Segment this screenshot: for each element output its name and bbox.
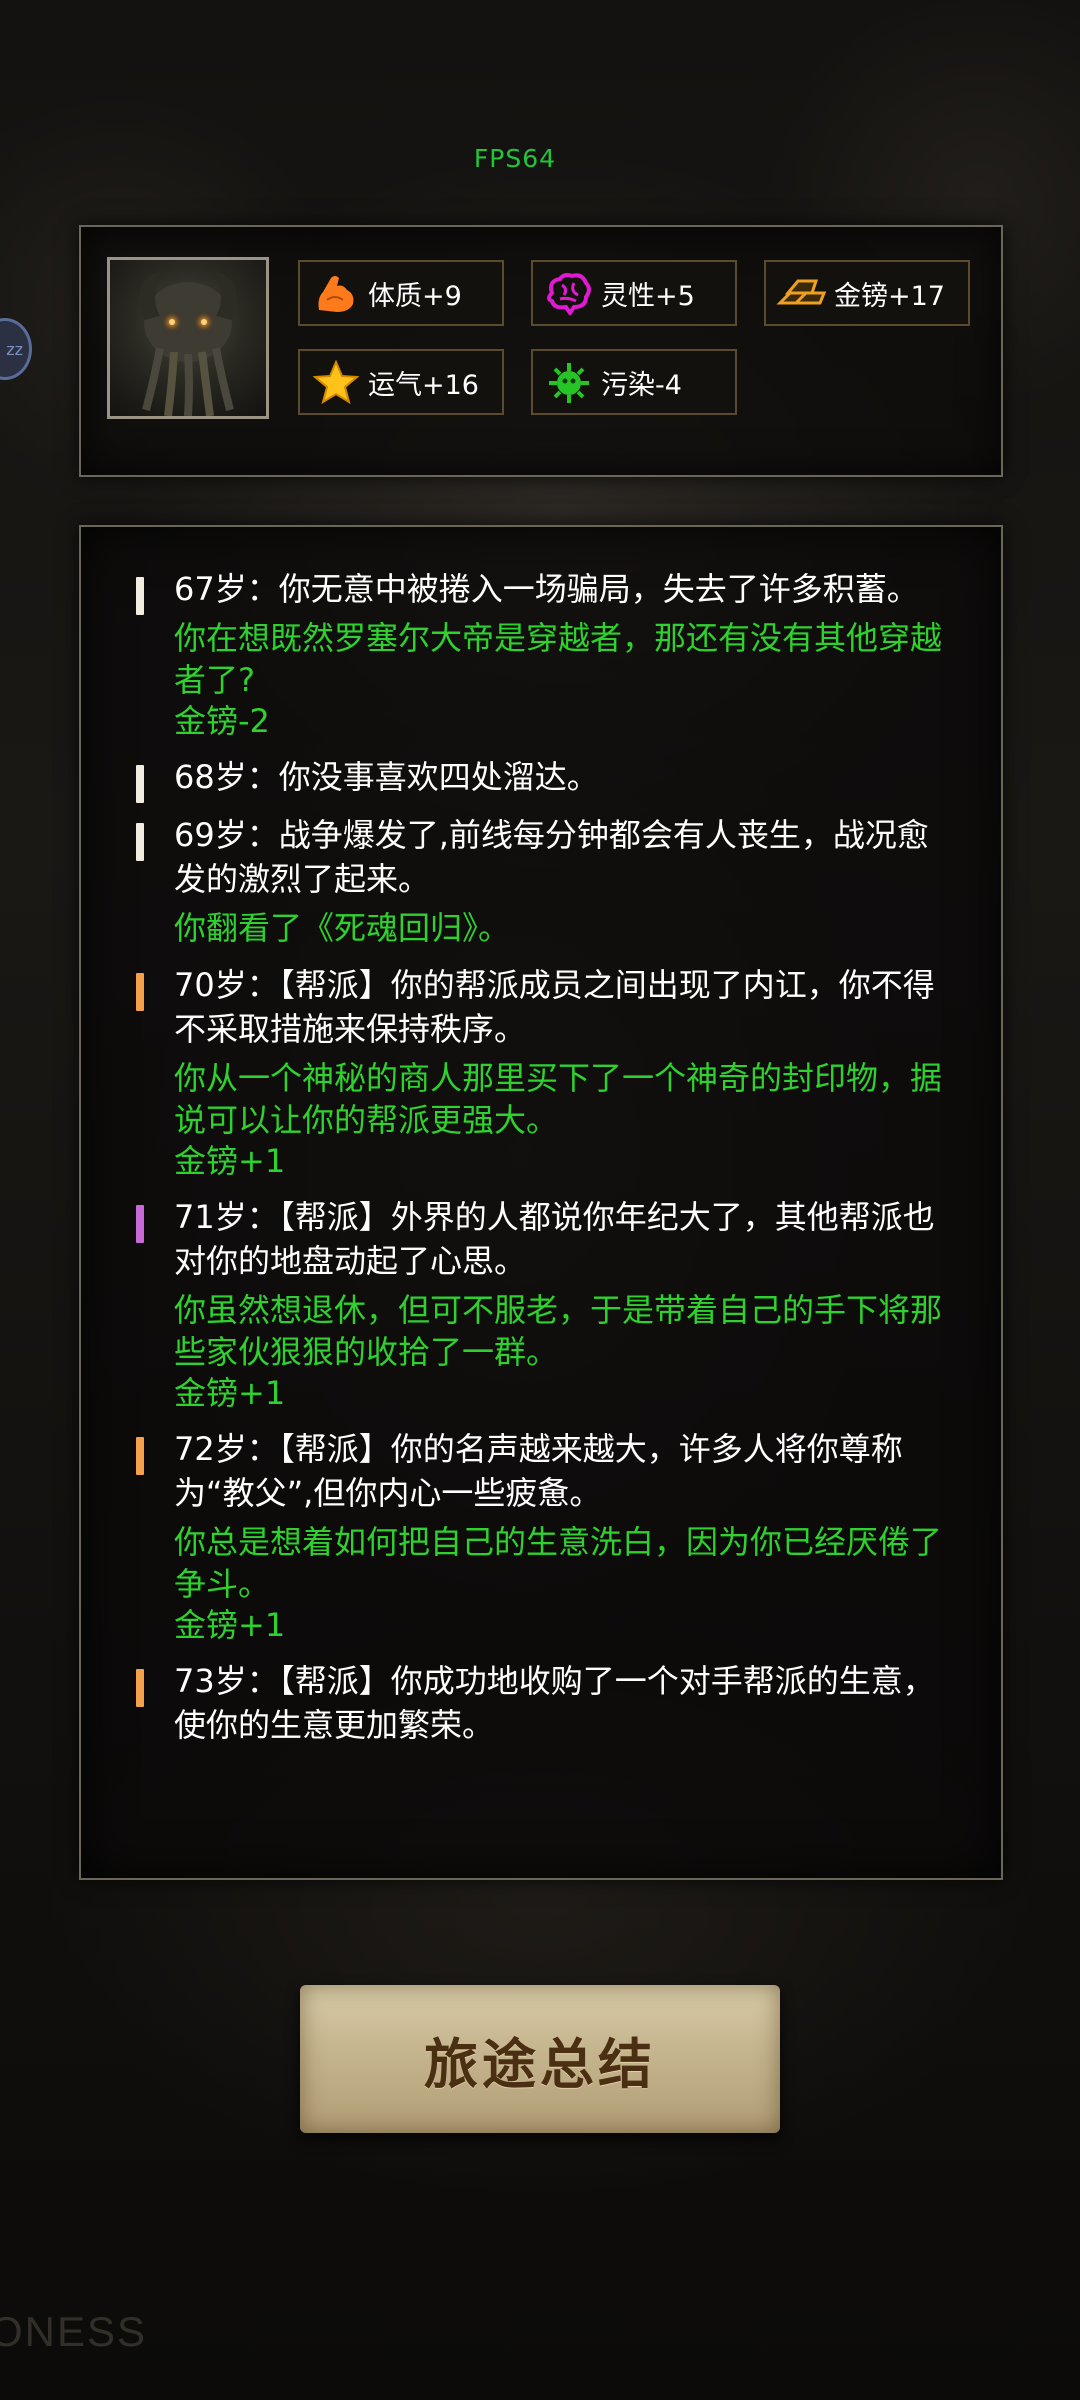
journey-summary-label: 旅途总结 xyxy=(424,2031,656,2096)
entry-event: 68岁：你没事喜欢四处溜达。 xyxy=(174,758,599,796)
stat-gold-label: 金镑+17 xyxy=(834,280,945,312)
background-watermark: ONESS xyxy=(0,2308,148,2355)
list-item: 73岁：【帮派】你成功地收购了一个对手帮派的生意，使你的生意更加繁荣。 xyxy=(136,1659,956,1747)
life-log-panel[interactable]: 67岁：你无意中被捲入一场骗局，失去了许多积蓄。 你在想既然罗塞尔大帝是穿越者，… xyxy=(79,525,1003,1880)
stat-spirituality: 灵性+5 xyxy=(531,260,737,326)
entry-event: 69岁：战争爆发了,前线每分钟都会有人丧生，战况愈发的激烈了起来。 xyxy=(174,816,929,898)
entry-marker xyxy=(136,1669,144,1707)
list-item: 71岁：【帮派】外界的人都说你年纪大了，其他帮派也对你的地盘动起了心思。 你虽然… xyxy=(136,1195,956,1413)
list-item: 69岁：战争爆发了,前线每分钟都会有人丧生，战况愈发的激烈了起来。 你翻看了《死… xyxy=(136,813,956,949)
stat-luck-label: 运气+16 xyxy=(368,369,479,401)
stat-pollution-label: 污染-4 xyxy=(601,369,682,401)
fps-counter: FPS64 xyxy=(473,144,557,173)
stat-constitution-label: 体质+9 xyxy=(368,280,462,312)
stat-pollution: 污染-4 xyxy=(531,349,737,415)
entry-event: 71岁：【帮派】外界的人都说你年纪大了，其他帮派也对你的地盘动起了心思。 xyxy=(174,1198,935,1280)
entry-marker xyxy=(136,1437,144,1475)
stat-constitution: 体质+9 xyxy=(298,260,504,326)
cthulhu-portrait-icon xyxy=(139,272,237,416)
stat-gold: 金镑+17 xyxy=(764,260,970,326)
stats-panel: 体质+9 灵性+5 金镑+17 运气+16 污染-4 xyxy=(79,225,1003,477)
entry-thought: 你虽然想退休，但可不服老，于是带着自己的手下将那些家伙狠狠的收拾了一群。 xyxy=(174,1291,943,1371)
character-portrait xyxy=(107,257,269,419)
entry-thought: 你从一个神秘的商人那里买下了一个神奇的封印物，据说可以让你的帮派更强大。 xyxy=(174,1059,943,1139)
entry-marker xyxy=(136,765,144,803)
entry-gold-change: 金镑+1 xyxy=(174,1606,286,1644)
entry-gold-change: 金镑+1 xyxy=(174,1374,286,1412)
entry-thought: 你总是想着如何把自己的生意洗白，因为你已经厌倦了争斗。 xyxy=(174,1523,943,1603)
list-item: 70岁：【帮派】你的帮派成员之间出现了内讧，你不得不采取措施来保持秩序。 你从一… xyxy=(136,963,956,1181)
list-item: 72岁：【帮派】你的名声越来越大，许多人将你尊称为“教父”,但你内心一些疲惫。 … xyxy=(136,1427,956,1645)
entry-gold-change: 金镑+1 xyxy=(174,1142,286,1180)
entry-event: 70岁：【帮派】你的帮派成员之间出现了内讧，你不得不采取措施来保持秩序。 xyxy=(174,966,935,1048)
brain-icon xyxy=(541,265,597,321)
list-item: 68岁：你没事喜欢四处溜达。 xyxy=(136,755,956,803)
stat-spirituality-label: 灵性+5 xyxy=(601,280,695,312)
entry-thought: 你翻看了《死魂回归》。 xyxy=(174,909,511,947)
entry-thought: 你在想既然罗塞尔大帝是穿越者，那还有没有其他穿越者了? xyxy=(174,619,943,699)
entry-gold-change: 金镑-2 xyxy=(174,702,270,740)
life-log-list: 67岁：你无意中被捲入一场骗局，失去了许多积蓄。 你在想既然罗塞尔大帝是穿越者，… xyxy=(136,567,956,1761)
stat-luck: 运气+16 xyxy=(298,349,504,415)
list-item: 67岁：你无意中被捲入一场骗局，失去了许多积蓄。 你在想既然罗塞尔大帝是穿越者，… xyxy=(136,567,956,741)
entry-event: 67岁：你无意中被捲入一场骗局，失去了许多积蓄。 xyxy=(174,570,919,608)
gold-bars-icon xyxy=(774,265,830,321)
journey-summary-button[interactable]: 旅途总结 xyxy=(300,1985,780,2133)
virus-icon xyxy=(541,354,597,410)
muscle-arm-icon xyxy=(308,265,364,321)
star-icon xyxy=(308,354,364,410)
entry-marker xyxy=(136,1205,144,1243)
entry-event: 73岁：【帮派】你成功地收购了一个对手帮派的生意，使你的生意更加繁荣。 xyxy=(174,1662,935,1744)
entry-marker xyxy=(136,823,144,861)
entry-marker xyxy=(136,577,144,615)
entry-marker xyxy=(136,973,144,1011)
entry-event: 72岁：【帮派】你的名声越来越大，许多人将你尊称为“教父”,但你内心一些疲惫。 xyxy=(174,1430,903,1512)
side-badge-label: zz xyxy=(6,339,23,359)
